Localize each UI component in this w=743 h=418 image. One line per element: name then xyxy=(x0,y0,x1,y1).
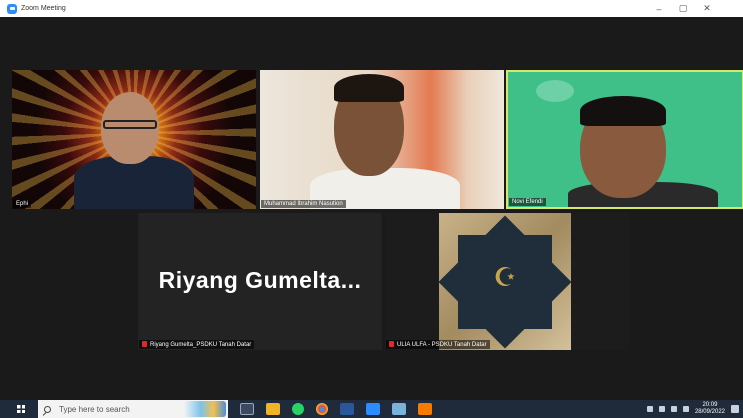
windows-taskbar: Type here to search 20:09 28/09/2022 xyxy=(0,400,743,418)
participant-silhouette xyxy=(74,156,194,209)
participant-name-label: ULIA ULFA - PSDKU Tanah Datar xyxy=(386,340,490,349)
participant-name-label: Novi Efendi xyxy=(509,198,546,206)
video-tile-novi-efendi[interactable]: Novi Efendi xyxy=(506,70,743,209)
zoom-logo-icon xyxy=(7,3,17,14)
file-explorer-icon[interactable] xyxy=(266,403,280,415)
system-tray: 20:09 28/09/2022 xyxy=(646,400,739,418)
video-tile-muhammad-ibrahim-nasution[interactable]: Muhammad Ibrahim Nasution xyxy=(260,70,504,209)
whatsapp-icon[interactable] xyxy=(292,403,304,415)
clock-time: 20:09 xyxy=(702,402,718,408)
notification-icon[interactable] xyxy=(731,405,739,413)
hair-shape xyxy=(334,74,404,102)
app-icon[interactable] xyxy=(418,403,432,415)
network-icon[interactable] xyxy=(658,406,665,412)
hair-shape xyxy=(580,96,666,126)
word-icon[interactable] xyxy=(340,403,354,415)
volume-icon[interactable] xyxy=(682,406,689,412)
chrome-icon[interactable] xyxy=(316,403,328,415)
video-gallery: Ephi Muhammad Ibrahim Nasution Novi Efen… xyxy=(0,17,743,400)
profile-picture: ☪ xyxy=(438,213,572,350)
video-tile-ulia-ulfa[interactable]: ☪ ULIA ULFA - PSDKU Tanah Datar xyxy=(385,213,629,350)
participant-display-name: Riyang Gumelta... xyxy=(158,267,362,293)
muted-mic-icon xyxy=(142,341,147,347)
battery-icon[interactable] xyxy=(670,406,677,412)
search-icon xyxy=(44,405,51,413)
video-tile-riyang-gumelta[interactable]: Riyang Gumelta... Riyang Gumelta_PSDKU T… xyxy=(138,213,382,350)
clock[interactable]: 20:09 28/09/2022 xyxy=(695,402,725,416)
background-light xyxy=(536,80,574,102)
start-button[interactable] xyxy=(14,400,28,418)
search-highlight-image xyxy=(184,401,226,417)
chevron-up-icon[interactable] xyxy=(646,406,653,412)
calligraphy-icon: ☪ xyxy=(493,263,517,293)
search-placeholder: Type here to search xyxy=(59,404,130,414)
minimize-button[interactable]: – xyxy=(648,0,670,17)
window-title: Zoom Meeting xyxy=(21,5,66,12)
task-view-icon[interactable] xyxy=(240,403,254,415)
muted-mic-icon xyxy=(389,341,394,347)
clock-date: 28/09/2022 xyxy=(694,409,725,415)
video-tile-ephi[interactable]: Ephi xyxy=(12,70,256,209)
zoom-taskbar-icon[interactable] xyxy=(366,403,380,415)
title-bar: Zoom Meeting – ▢ ✕ xyxy=(0,0,743,17)
glasses-icon xyxy=(103,120,157,129)
participant-name-label: Muhammad Ibrahim Nasution xyxy=(261,200,346,208)
participant-name-label: Riyang Gumelta_PSDKU Tanah Datar xyxy=(139,340,255,349)
participant-name-label: Ephi xyxy=(13,200,32,208)
restore-button[interactable]: ▢ xyxy=(672,0,694,17)
windows-logo-icon xyxy=(17,405,25,413)
app-icon[interactable] xyxy=(392,403,406,415)
taskbar-search-box[interactable]: Type here to search xyxy=(38,400,228,418)
close-button[interactable]: ✕ xyxy=(696,0,718,17)
